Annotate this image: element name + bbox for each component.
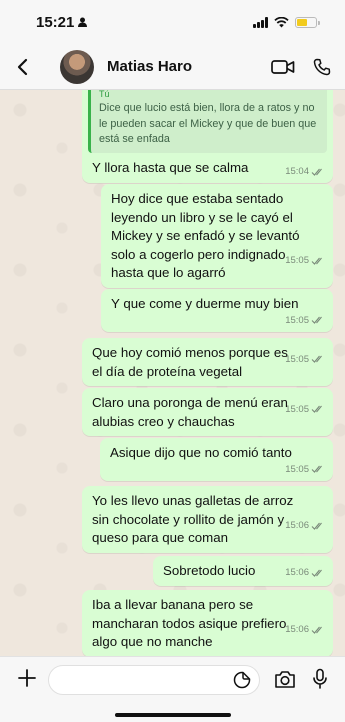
sticker-icon[interactable] bbox=[233, 671, 251, 689]
person-icon bbox=[78, 17, 88, 27]
message-text: Hoy dice que estaba sentado leyendo un l… bbox=[111, 191, 300, 281]
message-bubble[interactable]: Yo les llevo unas galletas de arroz sin … bbox=[82, 486, 333, 553]
signal-icon bbox=[253, 16, 268, 28]
double-check-icon bbox=[311, 316, 322, 325]
message-bubble[interactable]: Asique dijo que no comió tanto 15:05 bbox=[100, 438, 333, 481]
message-text: Que hoy comió menos porque es el día de … bbox=[92, 345, 288, 379]
battery-icon bbox=[295, 16, 320, 28]
status-bar: 15:21 bbox=[0, 0, 345, 44]
message-time: 15:04 bbox=[285, 165, 309, 177]
message-time: 15:05 bbox=[285, 403, 309, 415]
message-time: 15:06 bbox=[285, 567, 309, 578]
message-bubble-quoted[interactable]: Tú Dice que lucio está bien, llora de a … bbox=[82, 90, 333, 184]
message-meta: 15:04 bbox=[285, 165, 325, 178]
message-text: Yo les llevo unas galletas de arroz sin … bbox=[92, 493, 294, 546]
message-meta: 15:05 bbox=[285, 254, 325, 267]
double-check-icon bbox=[311, 257, 322, 265]
message-text: Claro una poronga de menú eran alubias c… bbox=[92, 395, 288, 429]
quote-text: Dice que lucio está bien, llora de a rat… bbox=[99, 102, 317, 146]
double-check-icon bbox=[311, 355, 322, 364]
back-button[interactable] bbox=[10, 52, 34, 82]
wifi-icon bbox=[274, 16, 289, 27]
message-time: 15:05 bbox=[285, 314, 309, 326]
chat-area[interactable]: Tú Dice que lucio está bien, llora de a … bbox=[0, 90, 345, 656]
home-indicator[interactable] bbox=[115, 713, 231, 717]
phone-icon[interactable] bbox=[313, 58, 331, 76]
header-actions bbox=[271, 58, 331, 76]
message-meta: 15:05 bbox=[285, 463, 325, 476]
message-time: 15:06 bbox=[285, 520, 309, 532]
message-text: Iba a llevar banana pero se mancharan to… bbox=[92, 597, 287, 650]
double-check-icon bbox=[311, 168, 322, 176]
camera-icon[interactable] bbox=[274, 670, 296, 689]
message-input[interactable] bbox=[48, 665, 260, 695]
double-check-icon bbox=[311, 626, 322, 634]
message-bubble[interactable]: Iba a llevar banana pero se mancharan to… bbox=[82, 590, 333, 656]
message-meta: 15:06 bbox=[285, 623, 325, 636]
microphone-icon[interactable] bbox=[312, 668, 328, 690]
message-text: Y llora hasta que se calma bbox=[92, 159, 249, 175]
quoted-message[interactable]: Tú Dice que lucio está bien, llora de a … bbox=[88, 90, 327, 153]
message-bubble[interactable]: Y que come y duerme muy bien 15:05 bbox=[101, 289, 333, 332]
message-bubble[interactable]: Que hoy comió menos porque es el día de … bbox=[82, 338, 333, 387]
message-time: 15:06 bbox=[285, 624, 309, 636]
video-call-icon[interactable] bbox=[271, 59, 295, 75]
message-time: 15:05 bbox=[285, 463, 309, 475]
avatar[interactable] bbox=[60, 49, 94, 84]
quote-author: Tú bbox=[99, 90, 110, 99]
double-check-icon bbox=[311, 405, 322, 414]
message-meta: 15:06 bbox=[285, 519, 325, 532]
status-icons bbox=[253, 16, 320, 28]
status-time: 15:21 bbox=[36, 13, 88, 31]
contact-name[interactable]: Matias Haro bbox=[107, 58, 271, 75]
double-check-icon bbox=[311, 465, 322, 474]
message-time: 15:05 bbox=[285, 353, 309, 365]
message-meta: 15:05 bbox=[285, 314, 325, 327]
message-time: 15:05 bbox=[285, 255, 309, 267]
message-text: Y que come y duerme muy bien bbox=[111, 296, 299, 311]
chevron-left-icon bbox=[17, 58, 27, 75]
message-meta: 15:06 bbox=[285, 566, 325, 579]
double-check-icon bbox=[311, 522, 322, 530]
message-meta: 15:05 bbox=[285, 353, 325, 366]
message-bubble[interactable]: Claro una poronga de menú eran alubias c… bbox=[82, 388, 333, 437]
message-text: Sobretodo lucio bbox=[163, 563, 256, 578]
message-bubble[interactable]: Hoy dice que estaba sentado leyendo un l… bbox=[101, 184, 333, 289]
clock-text: 15:21 bbox=[36, 13, 75, 31]
message-bubble[interactable]: Sobretodo lucio 15:06 bbox=[153, 556, 333, 586]
chat-header: Matias Haro bbox=[0, 44, 345, 90]
message-text: Asique dijo que no comió tanto bbox=[110, 445, 292, 460]
double-check-icon bbox=[311, 569, 322, 577]
plus-icon[interactable] bbox=[16, 667, 38, 689]
message-meta: 15:05 bbox=[285, 403, 325, 416]
